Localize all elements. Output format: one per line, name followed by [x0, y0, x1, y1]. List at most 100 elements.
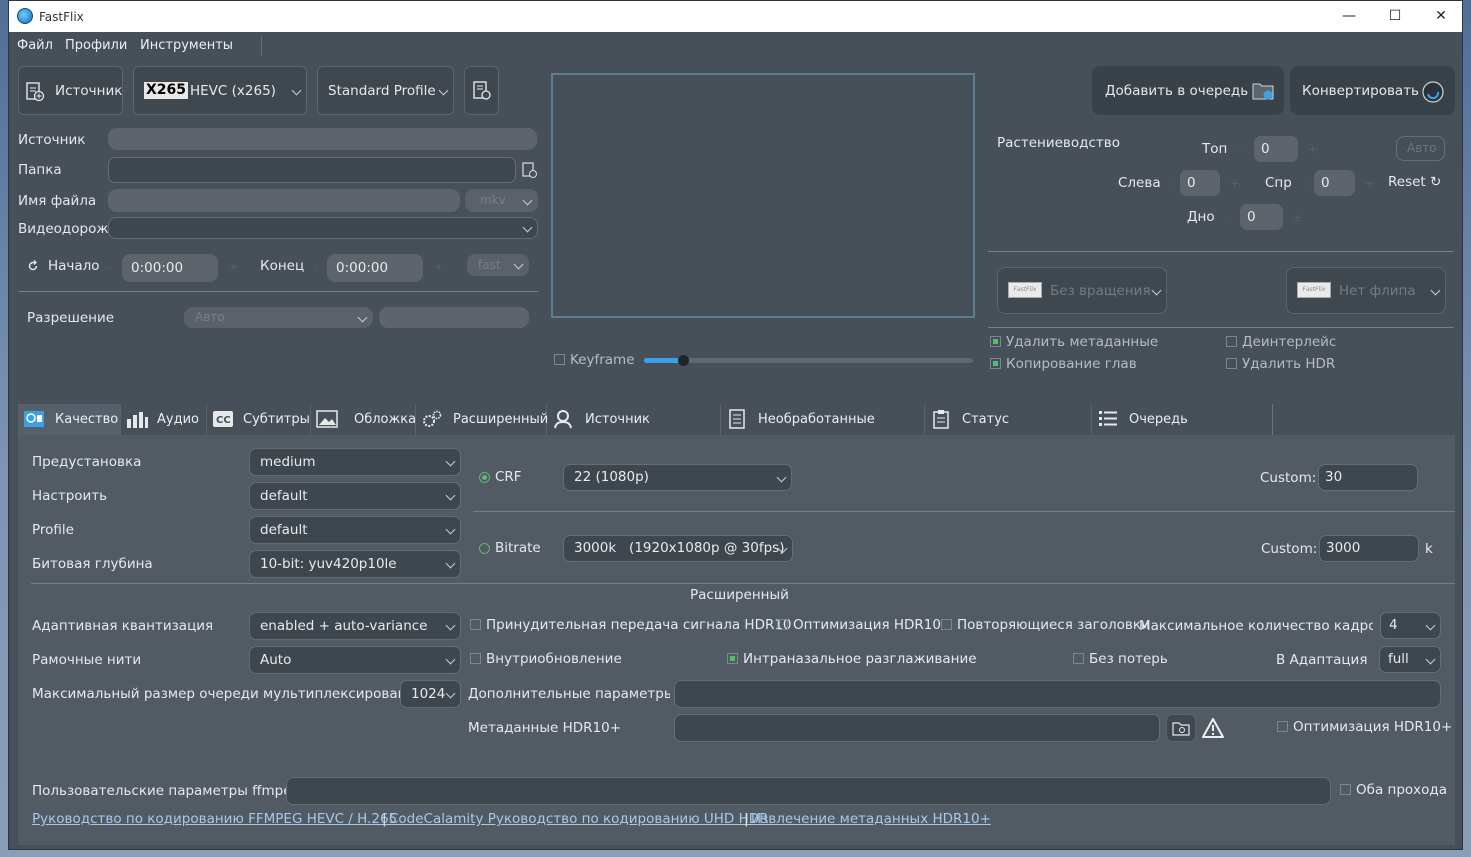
video-track-select[interactable]	[108, 217, 538, 239]
start-minus[interactable]: -	[108, 260, 112, 273]
aq-select[interactable]: enabled + auto-variance	[249, 612, 461, 640]
speed-select[interactable]: fast	[467, 254, 529, 276]
keyframe-checkbox[interactable]	[554, 354, 565, 365]
maximize-button[interactable]: ☐	[1372, 5, 1418, 29]
ffmpeg-params-input[interactable]	[286, 777, 1331, 805]
crop-left-input[interactable]: 0	[1180, 170, 1220, 196]
intra-refresh-checkbox[interactable]	[470, 653, 481, 664]
tab-advanced[interactable]: Расширенный	[416, 404, 548, 435]
start-label: Начало	[48, 258, 100, 274]
source-button[interactable]: Источник	[18, 66, 123, 115]
crop-top-plus[interactable]: +	[1308, 143, 1317, 156]
extension-select[interactable]: mkv	[465, 189, 538, 212]
b-adapt-select[interactable]: full	[1379, 646, 1441, 673]
preview-slider-track[interactable]	[644, 358, 973, 363]
tune-select[interactable]: default	[249, 482, 461, 510]
folder-browse-icon[interactable]	[521, 162, 538, 179]
menu-file[interactable]: Файл	[17, 38, 53, 53]
lossless-checkbox[interactable]	[1073, 653, 1084, 664]
crop-right-plus[interactable]: +	[1365, 177, 1374, 190]
title-bar: FastFlix — ☐ ✕	[9, 1, 1462, 32]
hdr10-signal-checkbox[interactable]	[470, 619, 481, 630]
tab-encoding-status[interactable]: Статус кодирования	[925, 404, 1092, 458]
folder-input[interactable]	[108, 157, 516, 183]
crop-reset-button[interactable]: Reset ↻	[1388, 174, 1441, 190]
link-codecalamity-guide[interactable]: CodeCalamity Руководство по кодированию …	[389, 811, 769, 827]
menu-tools[interactable]: Инструменты	[140, 38, 233, 53]
repeat-headers-checkbox[interactable]	[941, 619, 952, 630]
resolution-custom-input[interactable]	[379, 307, 529, 328]
crop-right-minus[interactable]: -	[1303, 177, 1307, 190]
end-plus[interactable]: +	[434, 260, 443, 273]
tab-encoding-queue[interactable]: Очередь кодирования	[1092, 404, 1273, 458]
bitrate-radio[interactable]	[479, 543, 490, 554]
mux-queue-value: 1024	[411, 686, 446, 702]
start-time-input[interactable]: 0:00:00	[122, 254, 218, 282]
profile-select[interactable]: Standard Profile	[317, 66, 454, 115]
hdr10-opt-checkbox[interactable]	[777, 619, 788, 630]
link-ffmpeg-hevc-guide[interactable]: Руководство по кодированию FFMPEG HEVC /…	[32, 811, 397, 827]
hdr10plus-input[interactable]	[674, 714, 1160, 742]
start-plus[interactable]: +	[229, 260, 238, 273]
deinterlace-checkbox[interactable]	[1226, 336, 1237, 347]
crop-bottom-plus[interactable]: +	[1293, 211, 1302, 224]
profile-label: Profile	[32, 522, 74, 538]
bitdepth-select[interactable]: 10-bit: yuv420p10le	[249, 550, 461, 578]
hdr10plus-opt-checkbox[interactable]	[1277, 721, 1288, 732]
crf-select[interactable]: 22 (1080p)	[563, 464, 792, 491]
max-bframes-select[interactable]: 4	[1380, 612, 1441, 639]
profile-level-select[interactable]: default	[249, 516, 461, 544]
remove-metadata-checkbox[interactable]	[990, 336, 1001, 347]
encoder-select[interactable]: X265 HEVC (x265)	[133, 66, 307, 115]
tab-quality[interactable]: Качество	[18, 404, 121, 435]
preview-slider-handle[interactable]	[678, 355, 689, 366]
flip-select[interactable]: FastFlix Нет флипа	[1286, 267, 1446, 314]
tab-subtitles[interactable]: CC Субтитры	[207, 404, 311, 435]
close-button[interactable]: ✕	[1418, 5, 1464, 29]
copy-chapters-checkbox[interactable]	[990, 358, 1001, 369]
crop-top-minus[interactable]: -	[1238, 143, 1242, 156]
link-hdr10plus-extract[interactable]: Извлечение метаданных HDR10+	[751, 811, 991, 827]
extra-params-input[interactable]	[674, 680, 1441, 708]
crop-auto-button[interactable]: Авто	[1396, 136, 1445, 161]
hdr10plus-browse-button[interactable]	[1166, 714, 1196, 742]
crop-left-plus[interactable]: +	[1230, 177, 1239, 190]
preset-select[interactable]: medium	[249, 448, 461, 476]
crop-right-input[interactable]: 0	[1314, 170, 1355, 196]
end-time-input[interactable]: 0:00:00	[327, 254, 423, 282]
minimize-button[interactable]: —	[1326, 5, 1372, 29]
filename-input[interactable]	[108, 189, 460, 212]
crop-bottom-input[interactable]: 0	[1240, 204, 1283, 230]
crop-bottom-minus[interactable]: -	[1225, 211, 1229, 224]
intra-smoothing-checkbox[interactable]	[727, 653, 738, 664]
convert-button[interactable]: Конвертировать	[1290, 66, 1455, 115]
end-minus[interactable]: -	[314, 260, 318, 273]
mux-queue-select[interactable]: 1024	[400, 680, 461, 708]
tab-source-details[interactable]: Источник Подробнее	[547, 404, 721, 458]
frame-threads-select[interactable]: Auto	[249, 646, 461, 674]
crf-custom-input[interactable]: 30	[1318, 464, 1418, 491]
source-input[interactable]	[108, 128, 537, 150]
tab-audio[interactable]: Аудио	[121, 404, 207, 435]
tab-cover[interactable]: Обложка	[311, 404, 416, 435]
bitrate-custom-input[interactable]: 3000	[1319, 535, 1419, 562]
profile-settings-button[interactable]	[464, 66, 499, 115]
tab-raw-commands[interactable]: Необработанные команды	[721, 404, 925, 458]
bitrate-select[interactable]: 3000k (1920x1080p @ 30fps)	[563, 535, 793, 562]
menu-profiles[interactable]: Профили	[65, 38, 127, 53]
remove-hdr-checkbox[interactable]	[1226, 358, 1237, 369]
crop-top-input[interactable]: 0	[1254, 136, 1298, 162]
b-adapt-label: В Адаптация	[1276, 652, 1368, 668]
repeat-headers-label: Повторяющиеся заголовки	[957, 617, 1150, 633]
chevron-down-icon	[357, 312, 368, 322]
add-to-queue-button[interactable]: Добавить в очередь	[1092, 66, 1284, 115]
crop-title: Растениеводство	[997, 135, 1120, 151]
both-passes-checkbox[interactable]	[1340, 784, 1351, 795]
crop-left-minus[interactable]: -	[1169, 177, 1173, 190]
resolution-select[interactable]: Авто	[184, 307, 373, 328]
reset-time-icon[interactable]	[27, 260, 39, 272]
crf-radio[interactable]	[479, 472, 490, 483]
chevron-down-icon	[1151, 285, 1162, 295]
folder-queue-icon	[1252, 83, 1274, 100]
rotation-select[interactable]: FastFlix Без вращения	[997, 267, 1167, 314]
